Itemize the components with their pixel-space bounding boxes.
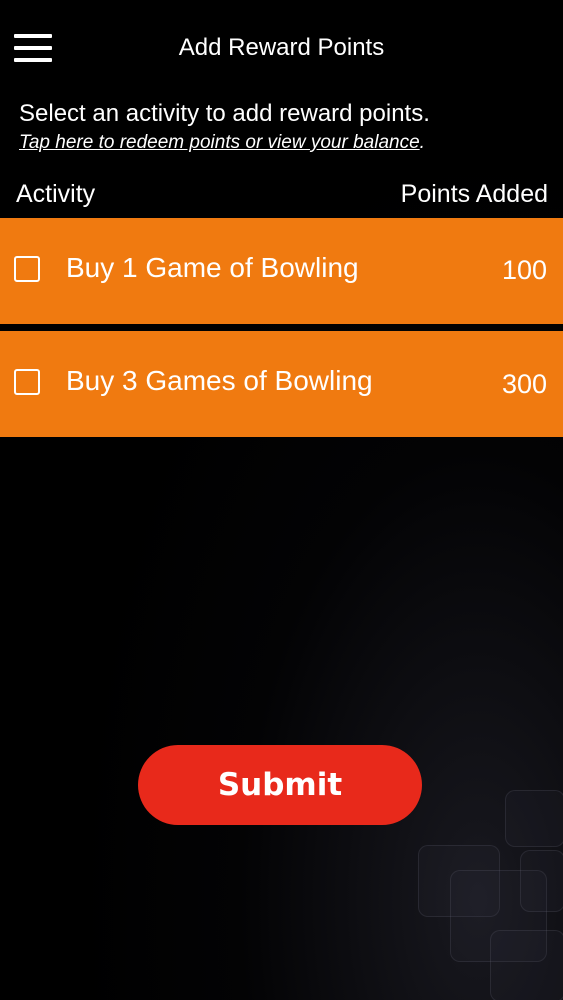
activity-checkbox[interactable] xyxy=(14,256,40,282)
background-decoration xyxy=(520,850,563,912)
redeem-suffix: . xyxy=(419,132,425,153)
activity-points: 100 xyxy=(501,255,547,285)
column-header-points-added: Points Added xyxy=(400,180,548,208)
column-header-activity: Activity xyxy=(16,180,96,208)
background-decoration xyxy=(490,930,563,1000)
activity-label: Buy 1 Game of Bowling xyxy=(66,252,359,283)
background-decoration xyxy=(505,790,563,847)
page-title: Add Reward Points xyxy=(178,34,385,61)
redeem-line: Tap here to redeem points or view your b… xyxy=(19,132,425,154)
activity-checkbox[interactable] xyxy=(14,369,40,395)
activity-points: 300 xyxy=(501,369,547,399)
app-header: Add Reward Points xyxy=(0,0,563,100)
activity-label: Buy 3 Games of Bowling xyxy=(66,365,373,396)
activity-row-buy-3-games[interactable]: Buy 3 Games of Bowling 300 xyxy=(0,331,563,437)
instruction-text: Select an activity to add reward points. xyxy=(19,100,430,127)
activity-row-buy-1-game[interactable]: Buy 1 Game of Bowling 100 xyxy=(0,218,563,324)
redeem-link[interactable]: Tap here to redeem points or view your b… xyxy=(19,132,420,153)
submit-button[interactable]: Submit xyxy=(138,745,422,825)
screen: Add Reward Points Select an activity to … xyxy=(0,0,563,1000)
